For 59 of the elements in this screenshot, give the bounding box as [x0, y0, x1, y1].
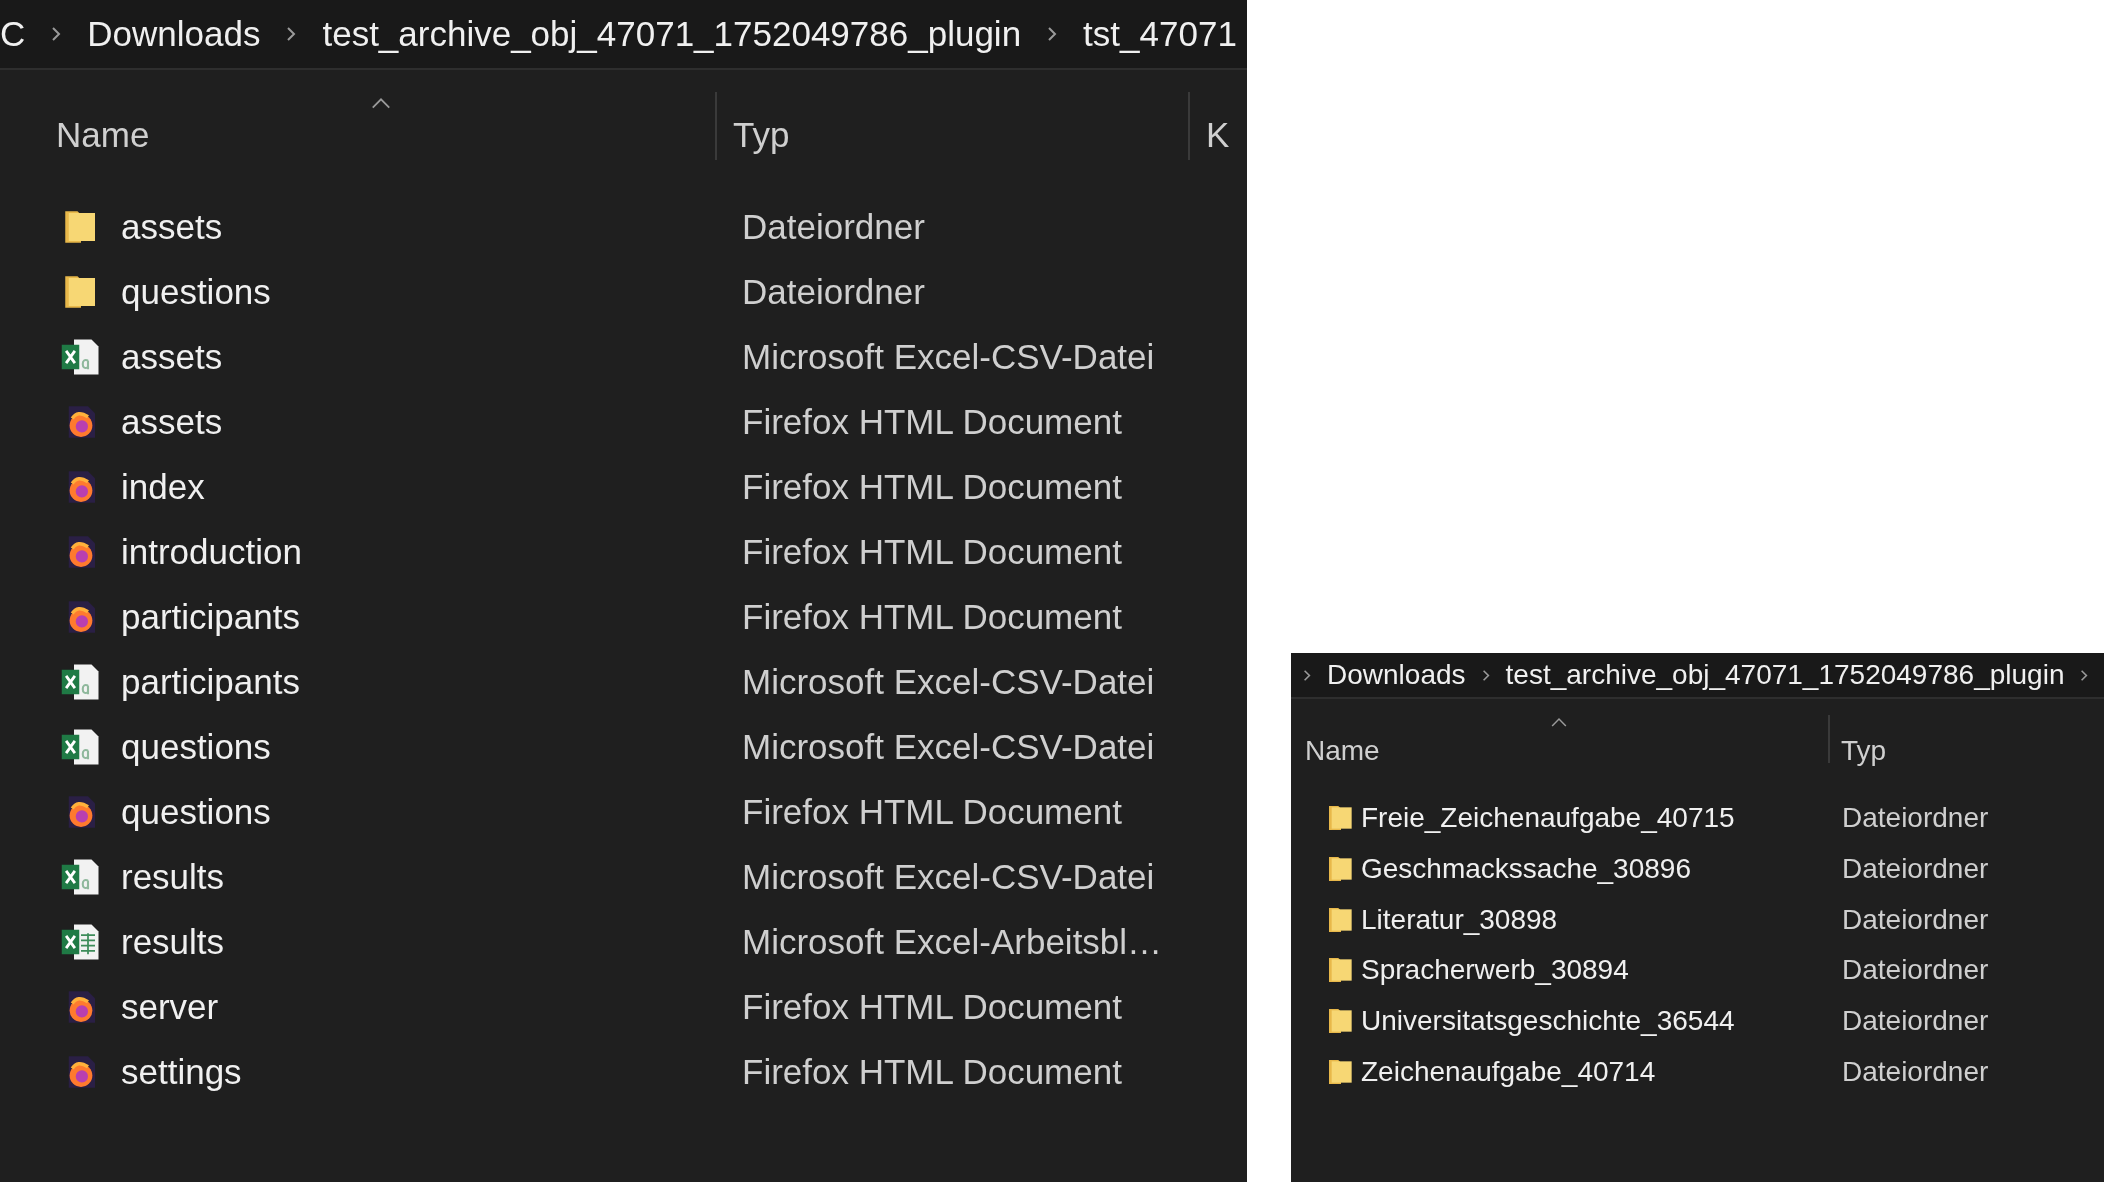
file-name[interactable]: index	[121, 466, 205, 507]
file-name[interactable]: Freie_Zeichenaufgabe_40715	[1361, 802, 1735, 835]
file-type: Microsoft Excel-Arbeitsbl…	[742, 921, 1163, 962]
file-name[interactable]: assets	[121, 401, 223, 442]
file-name[interactable]: settings	[121, 1051, 242, 1092]
file-type: Dateiordner	[1842, 954, 1989, 987]
file-type: Microsoft Excel-CSV-Datei	[742, 726, 1155, 767]
file-name[interactable]: Zeichenaufgabe_40714	[1361, 1055, 1656, 1088]
file-name[interactable]: questions	[121, 271, 271, 312]
file-type: Dateiordner	[1842, 903, 1989, 936]
file-type: Firefox HTML Document	[742, 596, 1122, 637]
file-type: Dateiordner	[742, 206, 925, 247]
file-type: Firefox HTML Document	[742, 466, 1122, 507]
file-name[interactable]: Universitatsgeschichte_36544	[1361, 1005, 1735, 1038]
chevron-icon	[286, 26, 297, 42]
file-type: Firefox HTML Document	[742, 791, 1122, 832]
chevron-icon	[1303, 668, 1311, 682]
chevron-icon	[1481, 668, 1490, 682]
file-name[interactable]: server	[121, 986, 219, 1027]
column-header[interactable]: K	[1205, 115, 1230, 155]
breadcrumb-item[interactable]: test_archive_obj_47071_1752049786_plugin	[322, 14, 1022, 54]
file-name[interactable]: Geschmackssache_30896	[1361, 853, 1691, 886]
file-type: Dateiordner	[1842, 1055, 1989, 1088]
file-type: Microsoft Excel-CSV-Datei	[742, 856, 1155, 897]
file-name[interactable]: results	[121, 856, 225, 897]
file-name[interactable]: assets	[121, 336, 223, 377]
file-type: Firefox HTML Document	[742, 986, 1122, 1027]
file-name[interactable]: results	[121, 921, 225, 962]
file-type: Microsoft Excel-CSV-Datei	[742, 661, 1155, 702]
column-header[interactable]: Typ	[1841, 735, 1887, 767]
file-type: Firefox HTML Document	[742, 1051, 1122, 1092]
file-name[interactable]: introduction	[121, 531, 302, 572]
file-name[interactable]: participants	[121, 596, 300, 637]
column-header[interactable]: Name	[1305, 735, 1380, 767]
breadcrumb-item[interactable]: test_archive_obj_47071_1752049786_plugin	[1505, 659, 2065, 691]
column-header[interactable]: Name	[56, 115, 150, 155]
file-type: Firefox HTML Document	[742, 401, 1122, 442]
file-name[interactable]: assets	[121, 206, 223, 247]
chevron-icon	[1047, 26, 1058, 42]
breadcrumb-item[interactable]: Downloads	[87, 14, 261, 54]
sort-ascending-icon	[1551, 717, 1567, 728]
file-name[interactable]: participants	[121, 661, 300, 702]
chevron-icon	[2080, 668, 2089, 682]
breadcrumb-item[interactable]: Downloads	[1327, 659, 1466, 691]
file-name[interactable]: Spracherwerb_30894	[1361, 954, 1629, 987]
column-header[interactable]: Typ	[733, 115, 790, 155]
file-name[interactable]: questions	[121, 791, 271, 832]
file-name[interactable]: questions	[121, 726, 271, 767]
breadcrumb-item[interactable]: C	[0, 14, 26, 54]
file-name[interactable]: Literatur_30898	[1361, 903, 1558, 936]
file-type: Firefox HTML Document	[742, 531, 1122, 572]
sort-ascending-icon	[371, 98, 391, 109]
file-type: Dateiordner	[1842, 853, 1989, 886]
chevron-icon	[51, 26, 62, 42]
file-type: Dateiordner	[742, 271, 925, 312]
breadcrumb-item[interactable]: tst_47071	[1083, 14, 1237, 54]
file-type: Microsoft Excel-CSV-Datei	[742, 336, 1155, 377]
file-type: Dateiordner	[1842, 1005, 1989, 1038]
file-type: Dateiordner	[1842, 802, 1989, 835]
